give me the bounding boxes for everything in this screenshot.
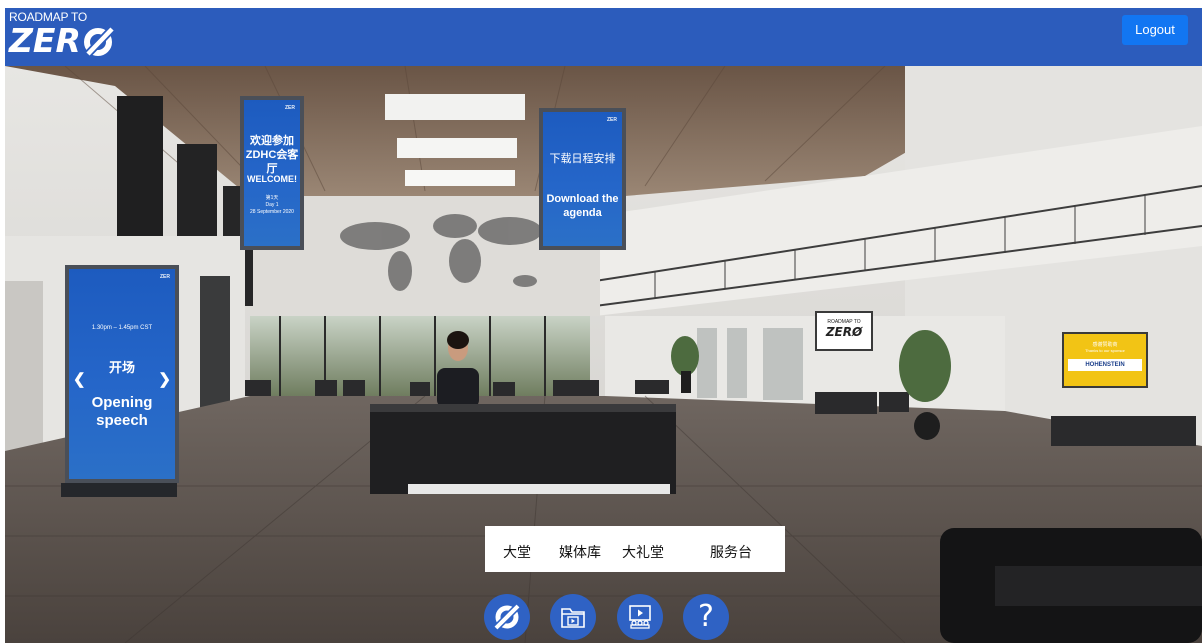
lobby-button[interactable] [484, 594, 530, 640]
app-frame: ROADMAP TO ZER Logout ZER 欢迎参加 ZDHC会客厅 W… [5, 8, 1202, 643]
roadmap-to-zero-logo[interactable]: ROADMAP TO ZER [9, 11, 116, 58]
chevron-right-icon[interactable]: ❯ [158, 370, 171, 388]
zero-logo-icon [493, 603, 521, 631]
nav-label-bar: 大堂 媒体库 大礼堂 服务台 [485, 526, 785, 572]
nav-label-lobby[interactable]: 大堂 [503, 542, 531, 562]
media-folder-icon [561, 608, 585, 628]
zero-logo-icon [83, 26, 115, 57]
sponsor-brand: HOHENSTEIN [1068, 359, 1142, 371]
nav-label-help-desk[interactable]: 服务台 [710, 542, 752, 562]
welcome-zh-text: 欢迎参加 ZDHC会客厅 [245, 135, 299, 175]
banner-corner-logo: ZER [607, 117, 617, 123]
session-time: 1.30pm – 1.45pm CST [91, 325, 153, 331]
media-library-button[interactable] [550, 594, 596, 640]
session-en-title: Opening speech [91, 394, 153, 429]
wall-logo-frame: ROADMAP TO ZERØ [815, 311, 873, 351]
agenda-zh-text: 下载日程安排 [549, 153, 616, 165]
banner-corner-logo: ZER [285, 105, 295, 111]
help-desk-button[interactable]: ? [683, 594, 729, 640]
welcome-banner[interactable]: ZER 欢迎参加 ZDHC会客厅 WELCOME! 第1天 Day 1 28 S… [240, 96, 304, 250]
agenda-banner[interactable]: ZER 下载日程安排 Download the agenda [539, 108, 626, 250]
nav-label-media-library[interactable]: 媒体库 [559, 542, 601, 562]
opening-speech-stand: ZER 1.30pm – 1.45pm CST ❮ 开场 ❯ Opening s… [65, 265, 179, 483]
auditorium-button[interactable] [617, 594, 663, 640]
agenda-en-text: Download the agenda [546, 193, 619, 219]
logout-button[interactable]: Logout [1122, 15, 1188, 45]
logo-word: ZER [9, 21, 81, 60]
welcome-date-text: 第1天 Day 1 28 September 2020 [250, 195, 294, 215]
auditorium-icon [629, 605, 651, 629]
help-icon: ? [698, 599, 714, 634]
welcome-en-text: WELCOME! [247, 174, 297, 184]
nav-label-auditorium[interactable]: 大礼堂 [622, 542, 664, 562]
stand-base [61, 483, 177, 497]
sponsor-frame[interactable]: 感谢赞助商 Thanks to our sponsor HOHENSTEIN [1062, 332, 1148, 388]
top-header: ROADMAP TO ZER Logout [5, 8, 1202, 66]
banner-corner-logo: ZER [160, 274, 170, 280]
